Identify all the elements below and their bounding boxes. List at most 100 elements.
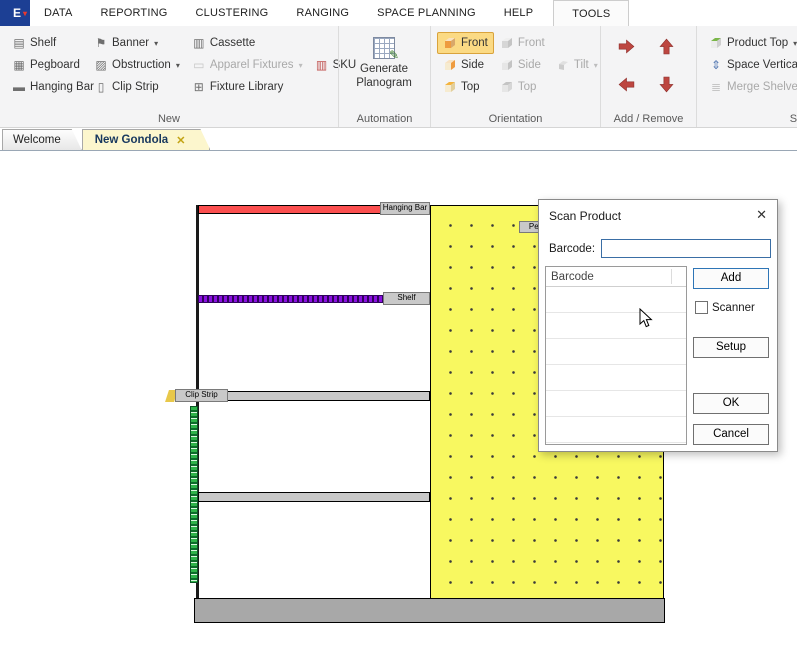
orientation-top-disabled-button[interactable]: Top xyxy=(494,76,550,98)
fixture-library-button[interactable]: ⊞ Fixture Library xyxy=(186,76,336,98)
gondola-shelf-upper[interactable] xyxy=(198,391,430,401)
add-right-button[interactable] xyxy=(613,32,639,60)
ribbon-group-new: ▤ Shelf ▦ Pegboard ▬ Hanging Bar ⚑ Banne… xyxy=(0,26,356,127)
scanner-checkbox-row[interactable]: Scanner xyxy=(695,301,755,314)
menu-item-data[interactable]: DATA xyxy=(30,0,87,26)
space-vertically-icon: ⇕ xyxy=(710,58,722,72)
remove-down-button[interactable] xyxy=(653,70,679,98)
menu-item-space-planning[interactable]: SPACE PLANNING xyxy=(363,0,490,26)
add-up-button[interactable] xyxy=(653,32,679,60)
menu-item-ranging[interactable]: RANGING xyxy=(282,0,363,26)
cancel-button[interactable]: Cancel xyxy=(693,424,769,445)
arrow-up-icon xyxy=(658,38,674,54)
orientation-top-button[interactable]: Top xyxy=(437,76,494,98)
shelf-icon: ▤ xyxy=(13,36,25,50)
pegboard-button[interactable]: ▦ Pegboard xyxy=(6,54,88,76)
product-top-button[interactable]: Product Top ▾ xyxy=(703,32,797,54)
product-top-icon xyxy=(711,38,721,48)
apparel-fixtures-caret-icon: ▾ xyxy=(298,60,303,70)
clip-strip-button[interactable]: ▯ Clip Strip xyxy=(88,76,186,98)
ribbon: ▤ Shelf ▦ Pegboard ▬ Hanging Bar ⚑ Banne… xyxy=(0,26,797,128)
mouse-cursor-icon xyxy=(639,308,653,328)
pencil-icon: ✎ xyxy=(388,48,399,62)
banner-button[interactable]: ⚑ Banner ▾ xyxy=(88,32,186,54)
cassette-icon: ▥ xyxy=(193,36,205,50)
barcode-label: Barcode: xyxy=(549,243,596,255)
merge-shelves-button[interactable]: ≣ Merge Shelves xyxy=(703,76,797,98)
scanner-checkbox[interactable] xyxy=(695,301,708,314)
document-tabs: Welcome New Gondola ✕ xyxy=(0,128,797,151)
orientation-side-disabled-button[interactable]: Side xyxy=(494,54,550,76)
product-top-caret-icon: ▾ xyxy=(793,38,797,48)
generate-planogram-icon: ✎ xyxy=(373,37,399,62)
menu-item-reporting[interactable]: REPORTING xyxy=(87,0,182,26)
barcode-list-row[interactable] xyxy=(546,391,686,417)
scanner-label: Scanner xyxy=(712,301,755,314)
banner-icon: ⚑ xyxy=(95,36,107,50)
hanging-bar-button[interactable]: ▬ Hanging Bar xyxy=(6,76,94,98)
tab-new-gondola[interactable]: New Gondola ✕ xyxy=(82,129,211,150)
orientation-side-button[interactable]: Side xyxy=(437,54,494,76)
barcode-input[interactable] xyxy=(601,239,771,258)
scan-product-dialog: Scan Product ✕ Barcode: Barcode Add Scan… xyxy=(538,199,778,452)
file-menu-label: E xyxy=(12,6,21,20)
apparel-fixtures-button[interactable]: ▭ Apparel Fixtures ▾ xyxy=(186,54,309,76)
file-menu-button[interactable]: E ▾ xyxy=(0,0,30,26)
tab-welcome[interactable]: Welcome xyxy=(2,129,82,150)
banner-caret-icon: ▾ xyxy=(154,38,159,48)
gondola-base[interactable] xyxy=(194,598,665,623)
obstruction-caret-icon: ▾ xyxy=(175,60,180,70)
menu-item-help[interactable]: HELP xyxy=(490,0,548,26)
barcode-list-row[interactable] xyxy=(546,287,686,313)
menu-item-clustering[interactable]: CLUSTERING xyxy=(182,0,283,26)
cube-top-gray-icon xyxy=(501,82,512,92)
gondola-clip-strip[interactable] xyxy=(190,406,198,583)
menu-bar: E ▾ DATA REPORTING CLUSTERING RANGING SP… xyxy=(0,0,797,26)
arrow-left-icon xyxy=(618,76,634,92)
group-label-new: New xyxy=(157,113,180,125)
barcode-list[interactable]: Barcode xyxy=(545,266,687,445)
cassette-button[interactable]: ▥ Cassette xyxy=(186,32,336,54)
shelf-button[interactable]: ▤ Shelf xyxy=(6,32,88,54)
obstruction-icon: ▨ xyxy=(95,58,107,72)
dialog-title: Scan Product xyxy=(549,209,622,223)
space-vertically-button[interactable]: ⇕ Space Vertically xyxy=(703,54,797,76)
group-label-add-remove: Add / Remove xyxy=(613,113,684,125)
group-label-orientation: Orientation xyxy=(488,113,543,125)
barcode-list-row[interactable] xyxy=(546,417,686,443)
setup-button[interactable]: Setup xyxy=(693,337,769,358)
barcode-list-row[interactable] xyxy=(546,365,686,391)
barcode-list-row[interactable] xyxy=(546,339,686,365)
apparel-fixtures-icon: ▭ xyxy=(193,58,205,72)
add-button[interactable]: Add xyxy=(693,268,769,289)
barcode-list-row[interactable] xyxy=(546,313,686,339)
planogram-canvas[interactable]: Hanging Bar Peg Shelf Clip Strip Scan Pr… xyxy=(0,151,797,646)
group-label-shelves: Sh xyxy=(789,113,797,125)
shelf-fixture-label: Shelf xyxy=(383,292,430,305)
ribbon-group-automation: ✎ Generate Planogram Automation xyxy=(338,26,430,127)
menu-item-tools[interactable]: TOOLS xyxy=(553,0,630,26)
cube-front-icon xyxy=(445,38,455,48)
cube-front-gray-icon xyxy=(501,38,512,48)
orientation-front-disabled-button[interactable]: Front xyxy=(494,32,550,54)
dialog-close-icon[interactable]: ✕ xyxy=(756,207,767,223)
tab-close-icon[interactable]: ✕ xyxy=(176,134,185,147)
application-window: E ▾ DATA REPORTING CLUSTERING RANGING SP… xyxy=(0,0,797,646)
tilt-button[interactable]: Tilt ▾ xyxy=(550,54,604,76)
remove-left-button[interactable] xyxy=(613,70,639,98)
clip-strip-fixture-label: Clip Strip xyxy=(175,389,228,402)
hanging-bar-fixture-label: Hanging Bar xyxy=(380,202,430,215)
orientation-front-button[interactable]: Front xyxy=(437,32,494,54)
cube-top-icon xyxy=(445,82,455,92)
tilt-icon xyxy=(558,61,568,70)
ribbon-group-shelves: Product Top ▾ ⇕ Space Vertically ≣ Merge… xyxy=(696,26,797,127)
gondola-shelf-lower[interactable] xyxy=(198,492,430,502)
hanging-bar-icon: ▬ xyxy=(13,80,25,94)
obstruction-button[interactable]: ▨ Obstruction ▾ xyxy=(88,54,186,76)
tilt-caret-icon: ▾ xyxy=(593,60,598,70)
ok-button[interactable]: OK xyxy=(693,393,769,414)
ribbon-group-add-remove: Add / Remove xyxy=(600,26,696,127)
generate-planogram-button[interactable]: ✎ Generate Planogram xyxy=(345,32,423,110)
sku-icon: ▥ xyxy=(315,58,328,72)
ribbon-group-orientation: Front Side Top Front Side Top Tilt ▾ Ori… xyxy=(430,26,600,127)
